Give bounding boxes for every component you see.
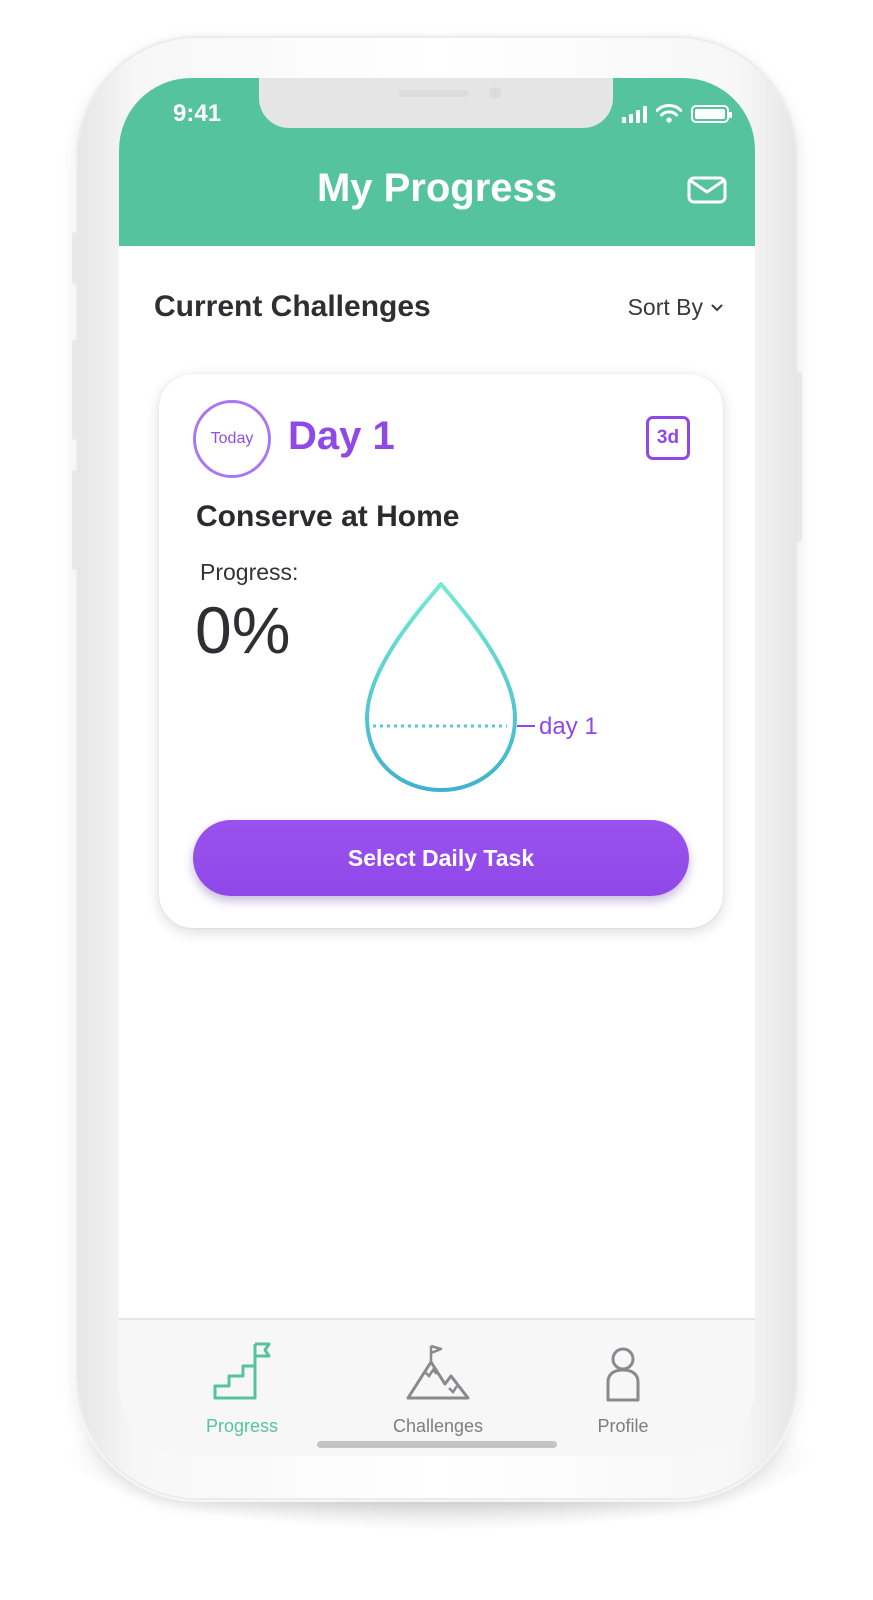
chevron-down-icon <box>711 304 723 311</box>
cellular-signal-icon <box>622 105 647 123</box>
status-icons <box>622 104 732 123</box>
page-title: My Progress <box>316 166 558 210</box>
day-label: Day 1 <box>288 414 395 458</box>
bottom-navigation: Progress Challenges Profile <box>119 1318 755 1456</box>
mountain-flag-icon <box>406 1344 470 1400</box>
device-notch <box>259 78 613 128</box>
app-screen: 9:41 My Progress Current Challenges Sort… <box>119 78 755 1456</box>
challenge-name: Conserve at Home <box>196 500 460 533</box>
sort-by-dropdown[interactable]: Sort By <box>628 294 723 321</box>
sort-by-label: Sort By <box>627 294 703 320</box>
nav-item-profile[interactable]: Profile <box>543 1340 703 1437</box>
today-badge: Today <box>193 400 271 478</box>
duration-badge: 3d <box>646 416 690 460</box>
person-icon <box>606 1347 640 1402</box>
battery-icon <box>691 104 732 123</box>
mail-icon[interactable] <box>687 176 727 204</box>
mute-switch <box>72 232 78 284</box>
status-time: 9:41 <box>173 100 222 127</box>
nav-label-profile: Profile <box>597 1416 649 1436</box>
wifi-icon <box>656 104 682 123</box>
nav-label-challenges: Challenges <box>392 1416 484 1436</box>
home-indicator[interactable] <box>317 1441 557 1448</box>
nav-item-progress[interactable]: Progress <box>162 1340 322 1437</box>
challenge-card[interactable]: Today Day 1 3d Conserve at Home Progress… <box>159 374 723 928</box>
volume-down-button <box>72 470 78 570</box>
progress-value: 0% <box>195 593 291 667</box>
progress-label: Progress: <box>200 559 299 585</box>
progress-marker-label: day 1 <box>539 713 598 740</box>
nav-item-challenges[interactable]: Challenges <box>358 1340 518 1437</box>
app-header: 9:41 My Progress <box>119 78 755 246</box>
power-button <box>796 372 802 542</box>
nav-label-progress: Progress <box>205 1416 279 1436</box>
volume-up-button <box>72 340 78 440</box>
stairs-flag-icon <box>213 1342 271 1400</box>
water-drop-icon <box>365 582 517 792</box>
water-drop-progress: day 1 <box>365 582 598 792</box>
select-daily-task-button[interactable]: Select Daily Task <box>193 820 689 896</box>
section-title: Current Challenges <box>154 290 431 323</box>
